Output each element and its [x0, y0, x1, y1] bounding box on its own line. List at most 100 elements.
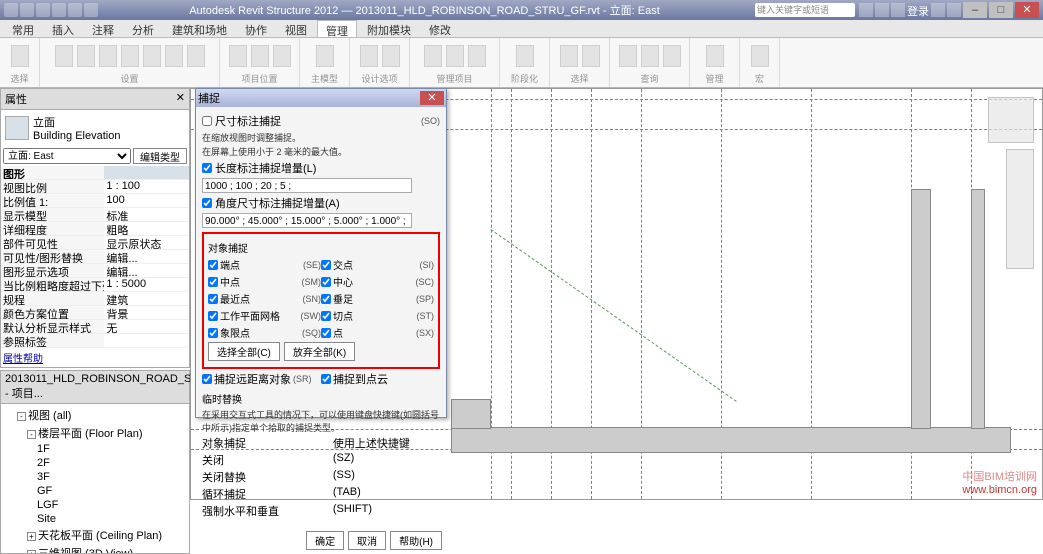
tree-node[interactable]: -楼层平面 (Floor Plan)	[3, 424, 187, 442]
length-snap-checkbox[interactable]	[202, 163, 212, 173]
tree-node[interactable]: Site	[3, 512, 187, 526]
remote-snap-checkbox[interactable]	[202, 374, 212, 384]
snap-option[interactable]: 交点(SI)	[321, 257, 434, 272]
property-row[interactable]: 部件可见性显示原状态	[1, 236, 189, 250]
snap-settings-icon[interactable]	[99, 45, 117, 67]
properties-help-link[interactable]: 属性帮助	[1, 348, 189, 367]
nav-bar[interactable]	[1006, 149, 1034, 269]
property-row[interactable]: 比例值 1:100	[1, 194, 189, 208]
tab-archsite[interactable]: 建筑和场地	[164, 20, 235, 37]
info-icon[interactable]	[859, 3, 873, 17]
comm-icon[interactable]	[931, 3, 945, 17]
do-ic2[interactable]	[382, 45, 400, 67]
star-icon[interactable]	[875, 3, 889, 17]
tree-node[interactable]: +三维视图 (3D View)	[3, 544, 187, 554]
login-link[interactable]: 登录	[907, 3, 929, 17]
property-row[interactable]: 默认分析显示样式无	[1, 320, 189, 334]
help-search[interactable]: 键入关键字或短语	[755, 3, 855, 17]
snap-option[interactable]: 垂足(SP)	[321, 291, 434, 306]
ic2[interactable]	[77, 45, 95, 67]
element-selector[interactable]: 立面: East	[3, 148, 131, 164]
ph-ic[interactable]	[516, 45, 534, 67]
mp-ic2[interactable]	[446, 45, 464, 67]
cancel-button[interactable]: 取消	[348, 531, 386, 550]
view-cube[interactable]	[988, 97, 1034, 143]
snap-option[interactable]: 切点(ST)	[321, 308, 434, 323]
dialog-close-button[interactable]: ✕	[420, 91, 444, 105]
sel-ic2[interactable]	[582, 45, 600, 67]
tree-node[interactable]: LGF	[3, 498, 187, 512]
snap-option[interactable]: 点(SX)	[321, 325, 434, 340]
snap-option[interactable]: 中点(SM)	[208, 274, 321, 289]
tree-node[interactable]: 1F	[3, 442, 187, 456]
tree-node[interactable]: -视图 (all)	[3, 406, 187, 424]
property-row[interactable]: 可见性/图形替换编辑...	[1, 250, 189, 264]
tab-manage[interactable]: 管理	[317, 20, 357, 37]
angle-increments[interactable]: 90.000° ; 45.000° ; 15.000° ; 5.000° ; 1…	[202, 213, 412, 228]
snap-option[interactable]: 象限点(SQ)	[208, 325, 321, 340]
property-row[interactable]: 颜色方案位置背景	[1, 306, 189, 320]
modify-icon[interactable]	[11, 45, 29, 67]
qat-undo-icon[interactable]	[52, 3, 66, 17]
minimize-button[interactable]: –	[963, 2, 987, 18]
tab-modify[interactable]: 修改	[421, 20, 459, 37]
length-increments[interactable]: 1000 ; 100 ; 20 ; 5 ;	[202, 178, 412, 193]
panel-close-icon[interactable]: ✕	[176, 91, 185, 107]
user-icon[interactable]	[891, 3, 905, 17]
help-icon[interactable]	[947, 3, 961, 17]
tree-node[interactable]: GF	[3, 484, 187, 498]
tab-analyze[interactable]: 分析	[124, 20, 162, 37]
angle-snap-checkbox[interactable]	[202, 198, 212, 208]
macro-ic[interactable]	[751, 45, 769, 67]
ic6[interactable]	[165, 45, 183, 67]
property-row[interactable]: 显示模型标准	[1, 208, 189, 222]
property-row[interactable]: 图形显示选项编辑...	[1, 264, 189, 278]
snap-option[interactable]: 最近点(SN)	[208, 291, 321, 306]
tab-addons[interactable]: 附加模块	[359, 20, 419, 37]
close-snap-checkbox[interactable]	[202, 116, 212, 126]
close-button[interactable]: ✕	[1015, 2, 1039, 18]
tab-home[interactable]: 常用	[4, 20, 42, 37]
dialog-title-bar[interactable]: 捕捉 ✕	[196, 89, 446, 107]
tree-node[interactable]: +天花板平面 (Ceiling Plan)	[3, 526, 187, 544]
edit-type-button[interactable]: 编辑类型	[133, 148, 187, 164]
ic5[interactable]	[143, 45, 161, 67]
help-button[interactable]: 帮助(H)	[390, 531, 442, 550]
ic7[interactable]	[187, 45, 205, 67]
mg-ic[interactable]	[706, 45, 724, 67]
q-ic3[interactable]	[663, 45, 681, 67]
qat-open-icon[interactable]	[20, 3, 34, 17]
qat-redo-icon[interactable]	[68, 3, 82, 17]
mp-ic3[interactable]	[468, 45, 486, 67]
loc-ic3[interactable]	[273, 45, 291, 67]
property-row[interactable]: 规程建筑	[1, 292, 189, 306]
property-row[interactable]: 当比例粗略度超过下列...1 : 5000	[1, 278, 189, 292]
loc-ic1[interactable]	[229, 45, 247, 67]
sel-ic1[interactable]	[560, 45, 578, 67]
main-model-icon[interactable]	[316, 45, 334, 67]
snap-option[interactable]: 端点(SE)	[208, 257, 321, 272]
select-all-button[interactable]: 选择全部(C)	[208, 342, 280, 361]
tab-annotate[interactable]: 注释	[84, 20, 122, 37]
ic1[interactable]	[55, 45, 73, 67]
snap-option[interactable]: 中心(SC)	[321, 274, 434, 289]
property-row[interactable]: 详细程度粗略	[1, 222, 189, 236]
q-ic1[interactable]	[619, 45, 637, 67]
loc-ic2[interactable]	[251, 45, 269, 67]
ok-button[interactable]: 确定	[306, 531, 344, 550]
qat-print-icon[interactable]	[84, 3, 98, 17]
tab-insert[interactable]: 插入	[44, 20, 82, 37]
property-row[interactable]: 视图比例1 : 100	[1, 180, 189, 194]
snap-option[interactable]: 工作平面网格(SW)	[208, 308, 321, 323]
cloud-snap-checkbox[interactable]	[321, 374, 331, 384]
qat-save-icon[interactable]	[36, 3, 50, 17]
maximize-button[interactable]: □	[989, 2, 1013, 18]
property-row[interactable]: 参照标签	[1, 334, 189, 348]
app-icon[interactable]	[4, 3, 18, 17]
tab-view[interactable]: 视图	[277, 20, 315, 37]
q-ic2[interactable]	[641, 45, 659, 67]
deselect-all-button[interactable]: 放弃全部(K)	[284, 342, 355, 361]
tab-collab[interactable]: 协作	[237, 20, 275, 37]
ic4[interactable]	[121, 45, 139, 67]
mp-ic1[interactable]	[424, 45, 442, 67]
